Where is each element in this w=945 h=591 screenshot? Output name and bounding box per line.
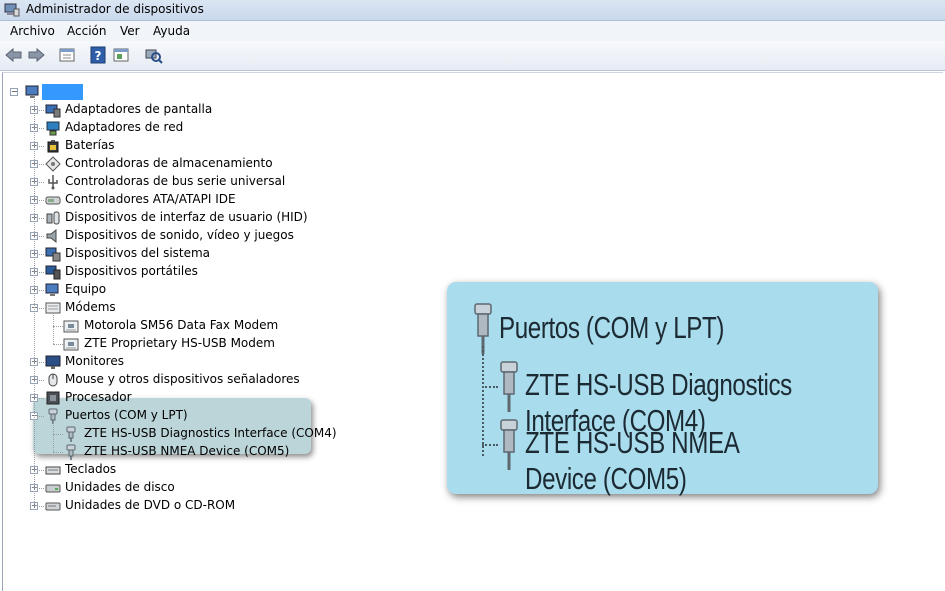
menu-archivo[interactable]: Archivo	[10, 24, 55, 38]
port-icon	[63, 426, 79, 442]
back-arrow-icon[interactable]	[4, 46, 24, 64]
forward-arrow-icon[interactable]	[26, 46, 46, 64]
tree-item-motorola-sm56-data-fax-modem[interactable]: Motorola SM56 Data Fax Modem	[84, 318, 278, 332]
computer-icon	[25, 84, 41, 100]
battery-icon	[45, 138, 61, 154]
tree-item-unidades-de-disco[interactable]: Unidades de disco	[65, 480, 175, 494]
tree-item-controladoras-de-almacenamiento[interactable]: Controladoras de almacenamiento	[65, 156, 273, 170]
modem-device-icon	[63, 336, 79, 352]
storage-controller-icon	[45, 156, 61, 172]
menu-bar: Archivo Acción Ver Ayuda	[0, 21, 945, 41]
disk-drive-icon	[45, 480, 61, 496]
ide-controller-icon	[45, 192, 61, 208]
zoom-callout: Puertos (COM y LPT) ZTE HS-USB Diagnosti…	[447, 282, 878, 496]
keyboard-icon	[45, 462, 61, 478]
mouse-icon	[45, 372, 61, 388]
device-manager-icon	[4, 3, 20, 17]
tree-item-zte-proprietary-hs-usb-modem[interactable]: ZTE Proprietary HS-USB Modem	[84, 336, 275, 350]
tree-item-modems[interactable]: Módems	[65, 300, 116, 314]
scan-hardware-icon[interactable]	[143, 46, 163, 64]
root-collapse-toggle[interactable]: −	[10, 88, 18, 96]
menu-ver[interactable]: Ver	[120, 24, 140, 38]
port-icon	[63, 444, 79, 460]
usb-controller-icon	[45, 174, 61, 190]
monitor-icon	[45, 354, 61, 370]
system-device-icon	[45, 246, 61, 262]
processor-icon	[45, 390, 61, 406]
window-title: Administrador de dispositivos	[26, 2, 204, 16]
tree-item-dispositivos-de-interfaz-de-usuario-hid[interactable]: Dispositivos de interfaz de usuario (HID…	[65, 210, 308, 224]
hid-icon	[45, 210, 61, 226]
help-icon[interactable]: ?	[88, 46, 108, 64]
zoom-parent-label: Puertos (COM y LPT)	[499, 310, 725, 345]
portable-device-icon	[45, 264, 61, 280]
properties-icon[interactable]	[57, 46, 77, 64]
tree-item-monitores[interactable]: Monitores	[65, 354, 124, 368]
tree-item-adaptadores-de-pantalla[interactable]: Adaptadores de pantalla	[65, 102, 212, 116]
tree-item-mouse-y-otros-dispositivos-senaladores[interactable]: Mouse y otros dispositivos señaladores	[65, 372, 300, 386]
tree-item-teclados[interactable]: Teclados	[65, 462, 116, 476]
tree-item-puertos-com-y-lpt[interactable]: Puertos (COM y LPT)	[65, 408, 188, 422]
tree-item-zte-hs-usb-diagnostics-interface-com4[interactable]: ZTE HS-USB Diagnostics Interface (COM4)	[84, 426, 337, 440]
menu-ayuda[interactable]: Ayuda	[153, 24, 190, 38]
tree-item-baterias[interactable]: Baterías	[65, 138, 115, 152]
toolbar: ?	[0, 41, 945, 71]
tree-item-dispositivos-de-sonido-video-y-juegos[interactable]: Dispositivos de sonido, vídeo y juegos	[65, 228, 294, 242]
network-adapter-icon	[45, 120, 61, 136]
tree-item-dispositivos-del-sistema[interactable]: Dispositivos del sistema	[65, 246, 210, 260]
tree-item-equipo[interactable]: Equipo	[65, 282, 106, 296]
tree-item-zte-hs-usb-nmea-device-com5[interactable]: ZTE HS-USB NMEA Device (COM5)	[84, 444, 289, 458]
port-icon	[500, 419, 518, 470]
root-computer-name[interactable]	[42, 84, 83, 100]
tree-item-dispositivos-portatiles[interactable]: Dispositivos portátiles	[65, 264, 198, 278]
svg-text:?: ?	[95, 49, 102, 63]
modem-device-icon	[63, 318, 79, 334]
computer-icon	[45, 282, 61, 298]
tree-item-unidades-de-dvd-o-cd-rom[interactable]: Unidades de DVD o CD-ROM	[65, 498, 235, 512]
zoom-item-com5: ZTE HS-USB NMEA Device (COM5)	[525, 425, 739, 496]
display-adapter-icon	[45, 102, 61, 118]
sound-icon	[45, 228, 61, 244]
tree-item-procesador[interactable]: Procesador	[65, 390, 132, 404]
tree-item-controladoras-de-bus-serie-universal[interactable]: Controladoras de bus serie universal	[65, 174, 285, 188]
tree-item-adaptadores-de-red[interactable]: Adaptadores de red	[65, 120, 183, 134]
port-icon	[500, 361, 518, 412]
tree-item-controladores-ata-atapi-ide[interactable]: Controladores ATA/ATAPI IDE	[65, 192, 236, 206]
menu-accion[interactable]: Acción	[67, 24, 106, 38]
title-bar: Administrador de dispositivos	[0, 0, 945, 21]
dvd-drive-icon	[45, 498, 61, 514]
view-icon[interactable]	[111, 46, 131, 64]
